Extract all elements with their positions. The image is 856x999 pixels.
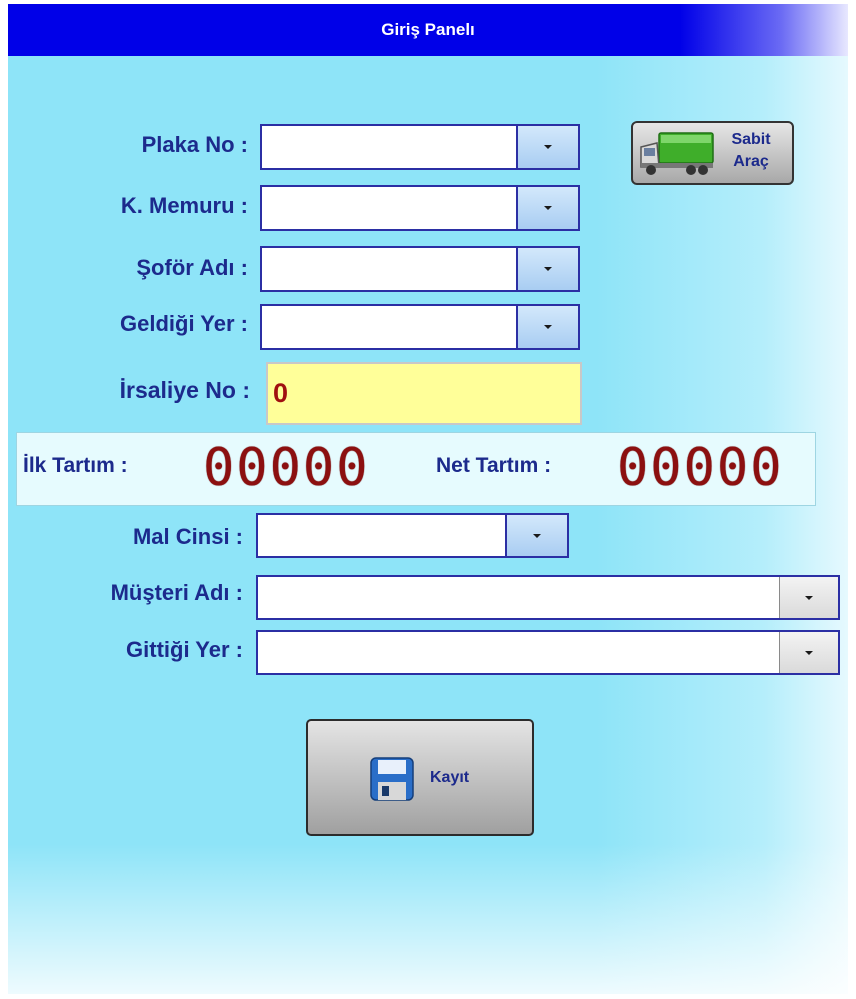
sofor-label: Şoför Adı : [136,255,248,280]
musteri-label: Müşteri Adı : [110,580,243,605]
chevron-down-icon [805,650,813,655]
memur-dropdown-button[interactable] [516,187,578,229]
memur-label: K. Memuru : [120,193,248,218]
chevron-down-icon [544,206,552,210]
chevron-down-icon [805,595,813,600]
chevron-down-icon [544,145,552,149]
chevron-down-icon [544,325,552,329]
sabit-arac-label: Sabit Araç [721,129,781,173]
tartim-bar: İlk Tartım : 00000 Net Tartım : 00000 [16,432,816,506]
kayit-button[interactable]: Kayıt [306,719,534,836]
geldigi-combo[interactable] [260,304,580,350]
gittigi-combo[interactable] [256,630,840,675]
sofor-dropdown-button[interactable] [516,248,578,290]
chevron-down-icon [544,267,552,271]
gittigi-dropdown-button[interactable] [779,632,838,673]
geldigi-dropdown-button[interactable] [516,306,578,348]
sabit-arac-line2: Araç [733,153,769,170]
mal-cinsi-combo[interactable] [256,513,569,558]
panel-title-bar: Giriş Panelı [8,4,848,56]
irsaliye-input[interactable]: 0 [266,362,582,425]
plaka-combo[interactable] [260,124,580,170]
plaka-label: Plaka No : [141,132,248,157]
mal-cinsi-dropdown-button[interactable] [505,515,567,556]
chevron-down-icon [533,533,541,538]
sofor-combo[interactable] [260,246,580,292]
giris-panel: Giriş Panelı Plaka No : K. Memuru : Şofö… [8,4,848,994]
kayit-label: Kayıt [430,769,470,786]
sabit-arac-button[interactable]: Sabit Araç [631,121,794,185]
net-tartim-label: Net Tartım : [436,454,552,477]
net-tartim-display: 00000 [617,438,784,498]
musteri-dropdown-button[interactable] [779,577,838,618]
irsaliye-label: İrsaliye No : [119,377,250,403]
floppy-disk-icon [370,757,414,801]
mal-cinsi-label: Mal Cinsi : [132,524,243,549]
ilk-tartim-label: İlk Tartım : [23,454,128,477]
ilk-tartim-display: 00000 [203,438,370,498]
panel-title: Giriş Panelı [381,20,475,39]
musteri-combo[interactable] [256,575,840,620]
geldigi-label: Geldiği Yer : [120,311,248,336]
memur-combo[interactable] [260,185,580,231]
plaka-dropdown-button[interactable] [516,126,578,168]
sabit-arac-line1: Sabit [731,131,771,148]
gittigi-label: Gittiği Yer : [126,637,243,662]
truck-icon [640,132,714,175]
